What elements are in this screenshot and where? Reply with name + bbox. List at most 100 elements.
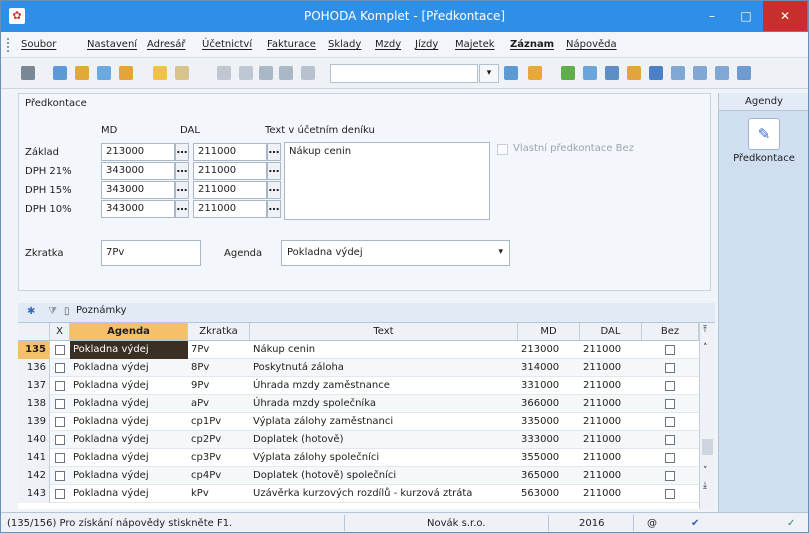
menu-ucetnictvi[interactable]: Účetnictví (202, 39, 252, 50)
toolbar-new-icon[interactable] (153, 66, 167, 80)
table-row[interactable]: 142 Pokladna výdej cp4Pv Doplatek (hotově) … (18, 467, 699, 485)
toolbar-folder-icon[interactable] (528, 66, 542, 80)
row-select-checkbox[interactable] (55, 381, 65, 391)
toolbar-ean-icon[interactable] (649, 66, 663, 80)
menu-zaznam[interactable]: Záznam (510, 39, 554, 50)
bez-checkbox[interactable] (665, 489, 675, 499)
toolbar-saveall-icon[interactable] (279, 66, 293, 80)
md-zaklad-picker-button[interactable]: … (175, 143, 189, 161)
bez-checkbox[interactable] (665, 363, 675, 373)
menu-fakturace[interactable]: Fakturace (267, 39, 316, 50)
row-select-checkbox[interactable] (55, 345, 65, 355)
menu-napoveda[interactable]: Nápověda (566, 39, 617, 50)
bez-checkbox[interactable] (665, 471, 675, 481)
toolbar-grid-icon[interactable] (583, 66, 597, 80)
table-row[interactable]: 137 Pokladna výdej 9Pv Úhrada mzdy zaměstna… (18, 377, 699, 395)
toolbar-tag-icon[interactable] (561, 66, 575, 80)
toolbar-print-icon[interactable] (75, 66, 89, 80)
zkratka-field[interactable]: 7Pv (101, 240, 201, 266)
row-select-checkbox[interactable] (55, 435, 65, 445)
menu-nastaveni[interactable]: Nastavení (87, 39, 137, 50)
agenda-select[interactable]: Pokladna výdej ▾ (281, 240, 510, 266)
toolbar-search-dropdown-icon[interactable]: ▾ (479, 64, 499, 83)
ucetni-text-field[interactable]: Nákup cenin (284, 142, 490, 220)
dal-dph15-field[interactable]: 211000 (193, 181, 267, 199)
row-select-checkbox[interactable] (55, 399, 65, 409)
table-row[interactable]: 135 Pokladna výdej 7Pv Nákup cenin 213000 211… (18, 341, 699, 359)
vlastni-predkontace-checkbox[interactable] (497, 144, 508, 155)
dal-dph10-field[interactable]: 211000 (193, 200, 267, 218)
table-row[interactable]: 139 Pokladna výdej cp1Pv Výplata zálohy zam… (18, 413, 699, 431)
bez-checkbox[interactable] (665, 435, 675, 445)
header-zkratka[interactable]: Zkratka (188, 323, 250, 341)
menu-adresar[interactable]: Adresář (147, 39, 186, 50)
scroll-down-icon[interactable]: ˅ (703, 466, 708, 476)
table-row[interactable]: 140 Pokladna výdej cp2Pv Doplatek (hotově) 3… (18, 431, 699, 449)
toolbar-forward-icon[interactable] (239, 66, 253, 80)
toolbar-calc-icon[interactable] (605, 66, 619, 80)
md-zaklad-field[interactable]: 213000 (101, 143, 175, 161)
table-row[interactable]: 136 Pokladna výdej 8Pv Poskytnutá záloha 314… (18, 359, 699, 377)
table-row[interactable]: 138 Pokladna výdej aPv Úhrada mzdy společní… (18, 395, 699, 413)
table-row[interactable]: 143 Pokladna výdej kPv Uzávěrka kurzových r… (18, 485, 699, 503)
row-select-checkbox[interactable] (55, 363, 65, 373)
close-button[interactable]: ✕ (763, 1, 807, 31)
dal-dph21-picker-button[interactable]: … (267, 162, 281, 180)
toolbar-copy-icon[interactable] (301, 66, 315, 80)
bez-checkbox[interactable] (665, 399, 675, 409)
md-dph10-picker-button[interactable]: … (175, 200, 189, 218)
minimize-button[interactable]: – (695, 1, 729, 31)
header-x[interactable]: X (50, 323, 70, 341)
toolbar-save-icon[interactable] (259, 66, 273, 80)
toolbar-window-icon[interactable] (671, 66, 685, 80)
header-agenda[interactable]: Agenda (70, 323, 188, 341)
dal-dph21-field[interactable]: 211000 (193, 162, 267, 180)
toolbar-filter-icon[interactable] (504, 66, 518, 80)
bez-checkbox[interactable] (665, 381, 675, 391)
toolbar-open-icon[interactable] (53, 66, 67, 80)
header-text[interactable]: Text (250, 323, 518, 341)
toolbar-list-icon[interactable] (21, 66, 35, 80)
bez-checkbox[interactable] (665, 453, 675, 463)
toolbar-edit-icon[interactable] (175, 66, 189, 80)
md-dph21-picker-button[interactable]: … (175, 162, 189, 180)
dal-dph10-picker-button[interactable]: … (267, 200, 281, 218)
tab-poznamky[interactable]: Poznámky (76, 305, 127, 316)
toolbar-export-icon[interactable] (119, 66, 133, 80)
maximize-button[interactable]: □ (729, 1, 763, 31)
row-select-checkbox[interactable] (55, 489, 65, 499)
toolbar-help-icon[interactable] (737, 66, 751, 80)
md-dph10-field[interactable]: 343000 (101, 200, 175, 218)
bez-checkbox[interactable] (665, 345, 675, 355)
predkontace-agenda-label[interactable]: Předkontace (719, 153, 808, 164)
scroll-bottom-icon[interactable]: ⤓ (703, 481, 707, 491)
table-row[interactable]: 141 Pokladna výdej cp3Pv Výplata zálohy spo… (18, 449, 699, 467)
scrollbar-thumb[interactable] (702, 439, 713, 455)
bez-checkbox[interactable] (665, 417, 675, 427)
menu-mzdy[interactable]: Mzdy (375, 39, 401, 50)
row-select-checkbox[interactable] (55, 417, 65, 427)
record-tab-icon[interactable]: ✱ (27, 306, 35, 317)
menu-majetek[interactable]: Majetek (455, 39, 495, 50)
scroll-up-icon[interactable]: ˄ (703, 343, 708, 353)
row-select-checkbox[interactable] (55, 471, 65, 481)
table-scrollbar[interactable]: ⤒ ˄ ˅ ⤓ (699, 323, 715, 509)
md-dph15-picker-button[interactable]: … (175, 181, 189, 199)
dal-zaklad-field[interactable]: 211000 (193, 143, 267, 161)
toolbar-window2-icon[interactable] (693, 66, 707, 80)
toolbar-back-icon[interactable] (217, 66, 231, 80)
predkontace-agenda-icon[interactable]: ✎ (748, 118, 780, 150)
md-dph15-field[interactable]: 343000 (101, 181, 175, 199)
header-md[interactable]: MD (518, 323, 580, 341)
toolbar-search-input[interactable] (330, 64, 478, 83)
dal-zaklad-picker-button[interactable]: … (267, 143, 281, 161)
scroll-top-icon[interactable]: ⤒ (703, 325, 707, 335)
dal-dph15-picker-button[interactable]: … (267, 181, 281, 199)
header-dal[interactable]: DAL (580, 323, 642, 341)
md-dph21-field[interactable]: 343000 (101, 162, 175, 180)
menu-sklady[interactable]: Sklady (328, 39, 361, 50)
header-bez[interactable]: Bez (642, 323, 699, 341)
toolbar-users-icon[interactable] (627, 66, 641, 80)
filter-tab-icon[interactable]: ⧩ (48, 306, 57, 317)
toolbar-preview-icon[interactable] (97, 66, 111, 80)
